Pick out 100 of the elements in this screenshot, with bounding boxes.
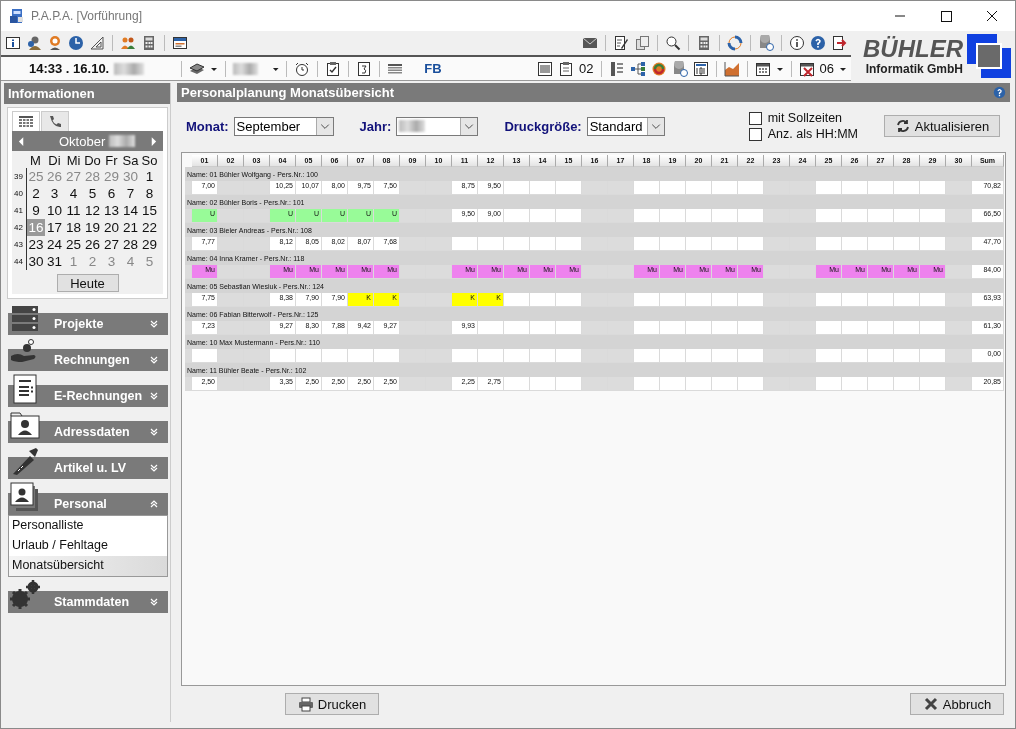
clock-icon[interactable] (68, 35, 84, 51)
nav-item[interactable]: Urlaub / Fehltage (9, 536, 167, 556)
database-icon[interactable] (671, 60, 688, 77)
envelope-icon[interactable] (582, 35, 598, 51)
calendar-day[interactable]: 14 (121, 202, 140, 219)
calendar-grid-icon[interactable] (754, 60, 771, 77)
calendar-day[interactable]: 21 (121, 219, 140, 236)
calendar-day[interactable]: 31 (45, 253, 64, 270)
expand-icon[interactable] (150, 392, 158, 400)
window-icon[interactable] (172, 35, 188, 51)
documents-icon[interactable] (634, 35, 650, 51)
calendar-day[interactable]: 2 (26, 185, 45, 202)
calendar-tab[interactable] (12, 111, 40, 131)
clock-text: 14:33 . 16.10. (29, 61, 110, 76)
nav-group-header[interactable]: Personal (8, 481, 168, 515)
calendar-day[interactable]: 4 (64, 185, 83, 202)
calculator-icon[interactable] (696, 35, 712, 51)
calendar-day[interactable]: 27 (102, 236, 121, 253)
option-checkbox[interactable]: Anz. als HH:MM (748, 127, 858, 141)
year-dropdown[interactable] (396, 116, 479, 136)
calendar-icon (18, 113, 34, 130)
nav-item[interactable]: Personalliste (9, 516, 167, 536)
calendar-day[interactable]: 17 (45, 219, 64, 236)
print-button[interactable]: Drucken (285, 693, 379, 715)
previous-month-icon[interactable] (18, 135, 25, 147)
expand-icon[interactable] (150, 356, 158, 364)
calendar-day[interactable]: 24 (45, 236, 64, 253)
search-icon[interactable] (665, 35, 681, 51)
calendar-day[interactable]: 30 (26, 253, 45, 270)
calendar-day[interactable]: 22 (140, 219, 159, 236)
week-number: 39 (14, 171, 24, 183)
collapse-icon[interactable] (150, 500, 158, 508)
nav-group-header[interactable]: Stammdaten (8, 579, 168, 613)
nav-group-header[interactable]: Adressdaten (8, 409, 168, 443)
calendar-day[interactable]: 6 (102, 185, 121, 202)
calendar-day[interactable]: 25 (64, 236, 83, 253)
nav-group-header[interactable]: E-Rechnungen (8, 373, 168, 407)
calendar-day[interactable]: 7 (121, 185, 140, 202)
calendar-day[interactable]: 28 (121, 236, 140, 253)
calendar-day[interactable]: 15 (140, 202, 159, 219)
person-icon[interactable] (26, 35, 42, 51)
document-icon (10, 374, 40, 404)
today-button[interactable]: Heute (56, 274, 119, 292)
month-dropdown[interactable]: September (233, 116, 334, 136)
people-icon[interactable] (120, 35, 136, 51)
clipboard-check-icon[interactable] (325, 60, 342, 77)
next-month-icon[interactable] (150, 135, 157, 147)
print-size-dropdown[interactable]: Standard (586, 116, 665, 136)
calendar-day[interactable]: 3 (45, 185, 64, 202)
calendar-day[interactable]: 5 (83, 185, 102, 202)
nav-item[interactable]: Monatsübersicht (9, 556, 167, 576)
person-icon[interactable] (47, 35, 63, 51)
calendar-value: 06 (819, 61, 834, 76)
calendar-icon[interactable] (356, 60, 373, 77)
area-chart-icon[interactable] (723, 60, 740, 77)
calendar-day[interactable]: 1 (140, 168, 159, 185)
expand-icon[interactable] (150, 428, 158, 436)
calendar-day[interactable]: 13 (102, 202, 121, 219)
expand-icon[interactable] (150, 464, 158, 472)
calendar-day[interactable]: 20 (102, 219, 121, 236)
calendar-day[interactable]: 11 (64, 202, 83, 219)
document-pen-icon[interactable] (613, 35, 629, 51)
nav-group-header[interactable]: Artikel u. LV (8, 445, 168, 479)
expand-icon[interactable] (150, 320, 158, 328)
calculator-icon[interactable] (141, 35, 157, 51)
help-icon[interactable] (993, 86, 1006, 99)
books-icon[interactable] (189, 60, 206, 77)
lifebuoy-icon[interactable] (727, 35, 743, 51)
option-checkbox[interactable]: mit Sollzeiten (748, 111, 858, 125)
gears-icon (10, 580, 40, 610)
refresh-button[interactable]: Aktualisieren (884, 115, 1000, 137)
calendar-day[interactable]: 8 (140, 185, 159, 202)
calendar-day[interactable]: 29 (140, 236, 159, 253)
weekday-label: Mi (65, 153, 82, 168)
cancel-button[interactable]: Abbruch (910, 693, 1004, 715)
calendar-month: Oktober (59, 133, 106, 149)
printer-icon (297, 696, 314, 712)
phone-tab[interactable] (41, 111, 69, 131)
expand-icon[interactable] (150, 598, 158, 606)
calendar-day[interactable]: 26 (83, 236, 102, 253)
nav-group-header[interactable]: Rechnungen (8, 337, 168, 371)
calendar-day[interactable]: 18 (64, 219, 83, 236)
logo-name: BÜHLER (863, 36, 963, 62)
calendar-day[interactable]: 19 (83, 219, 102, 236)
calendar-day[interactable]: 10 (45, 202, 64, 219)
exit-icon[interactable] (831, 35, 847, 51)
week-number: 40 (14, 188, 24, 200)
help-icon[interactable] (810, 35, 826, 51)
blurred-value (109, 135, 136, 147)
calendar-day[interactable]: 12 (83, 202, 102, 219)
info-icon[interactable] (789, 35, 805, 51)
calendar-day[interactable]: 23 (26, 236, 45, 253)
calendar-cross-icon[interactable] (798, 60, 815, 77)
alarm-clock-icon[interactable] (294, 60, 311, 77)
list-icon[interactable] (608, 60, 625, 77)
clipboard-icon[interactable] (558, 60, 575, 77)
info-icon[interactable] (5, 35, 21, 51)
tree-icon[interactable] (629, 60, 646, 77)
database-icon[interactable] (758, 35, 774, 51)
field-label: Jahr: (359, 118, 392, 134)
